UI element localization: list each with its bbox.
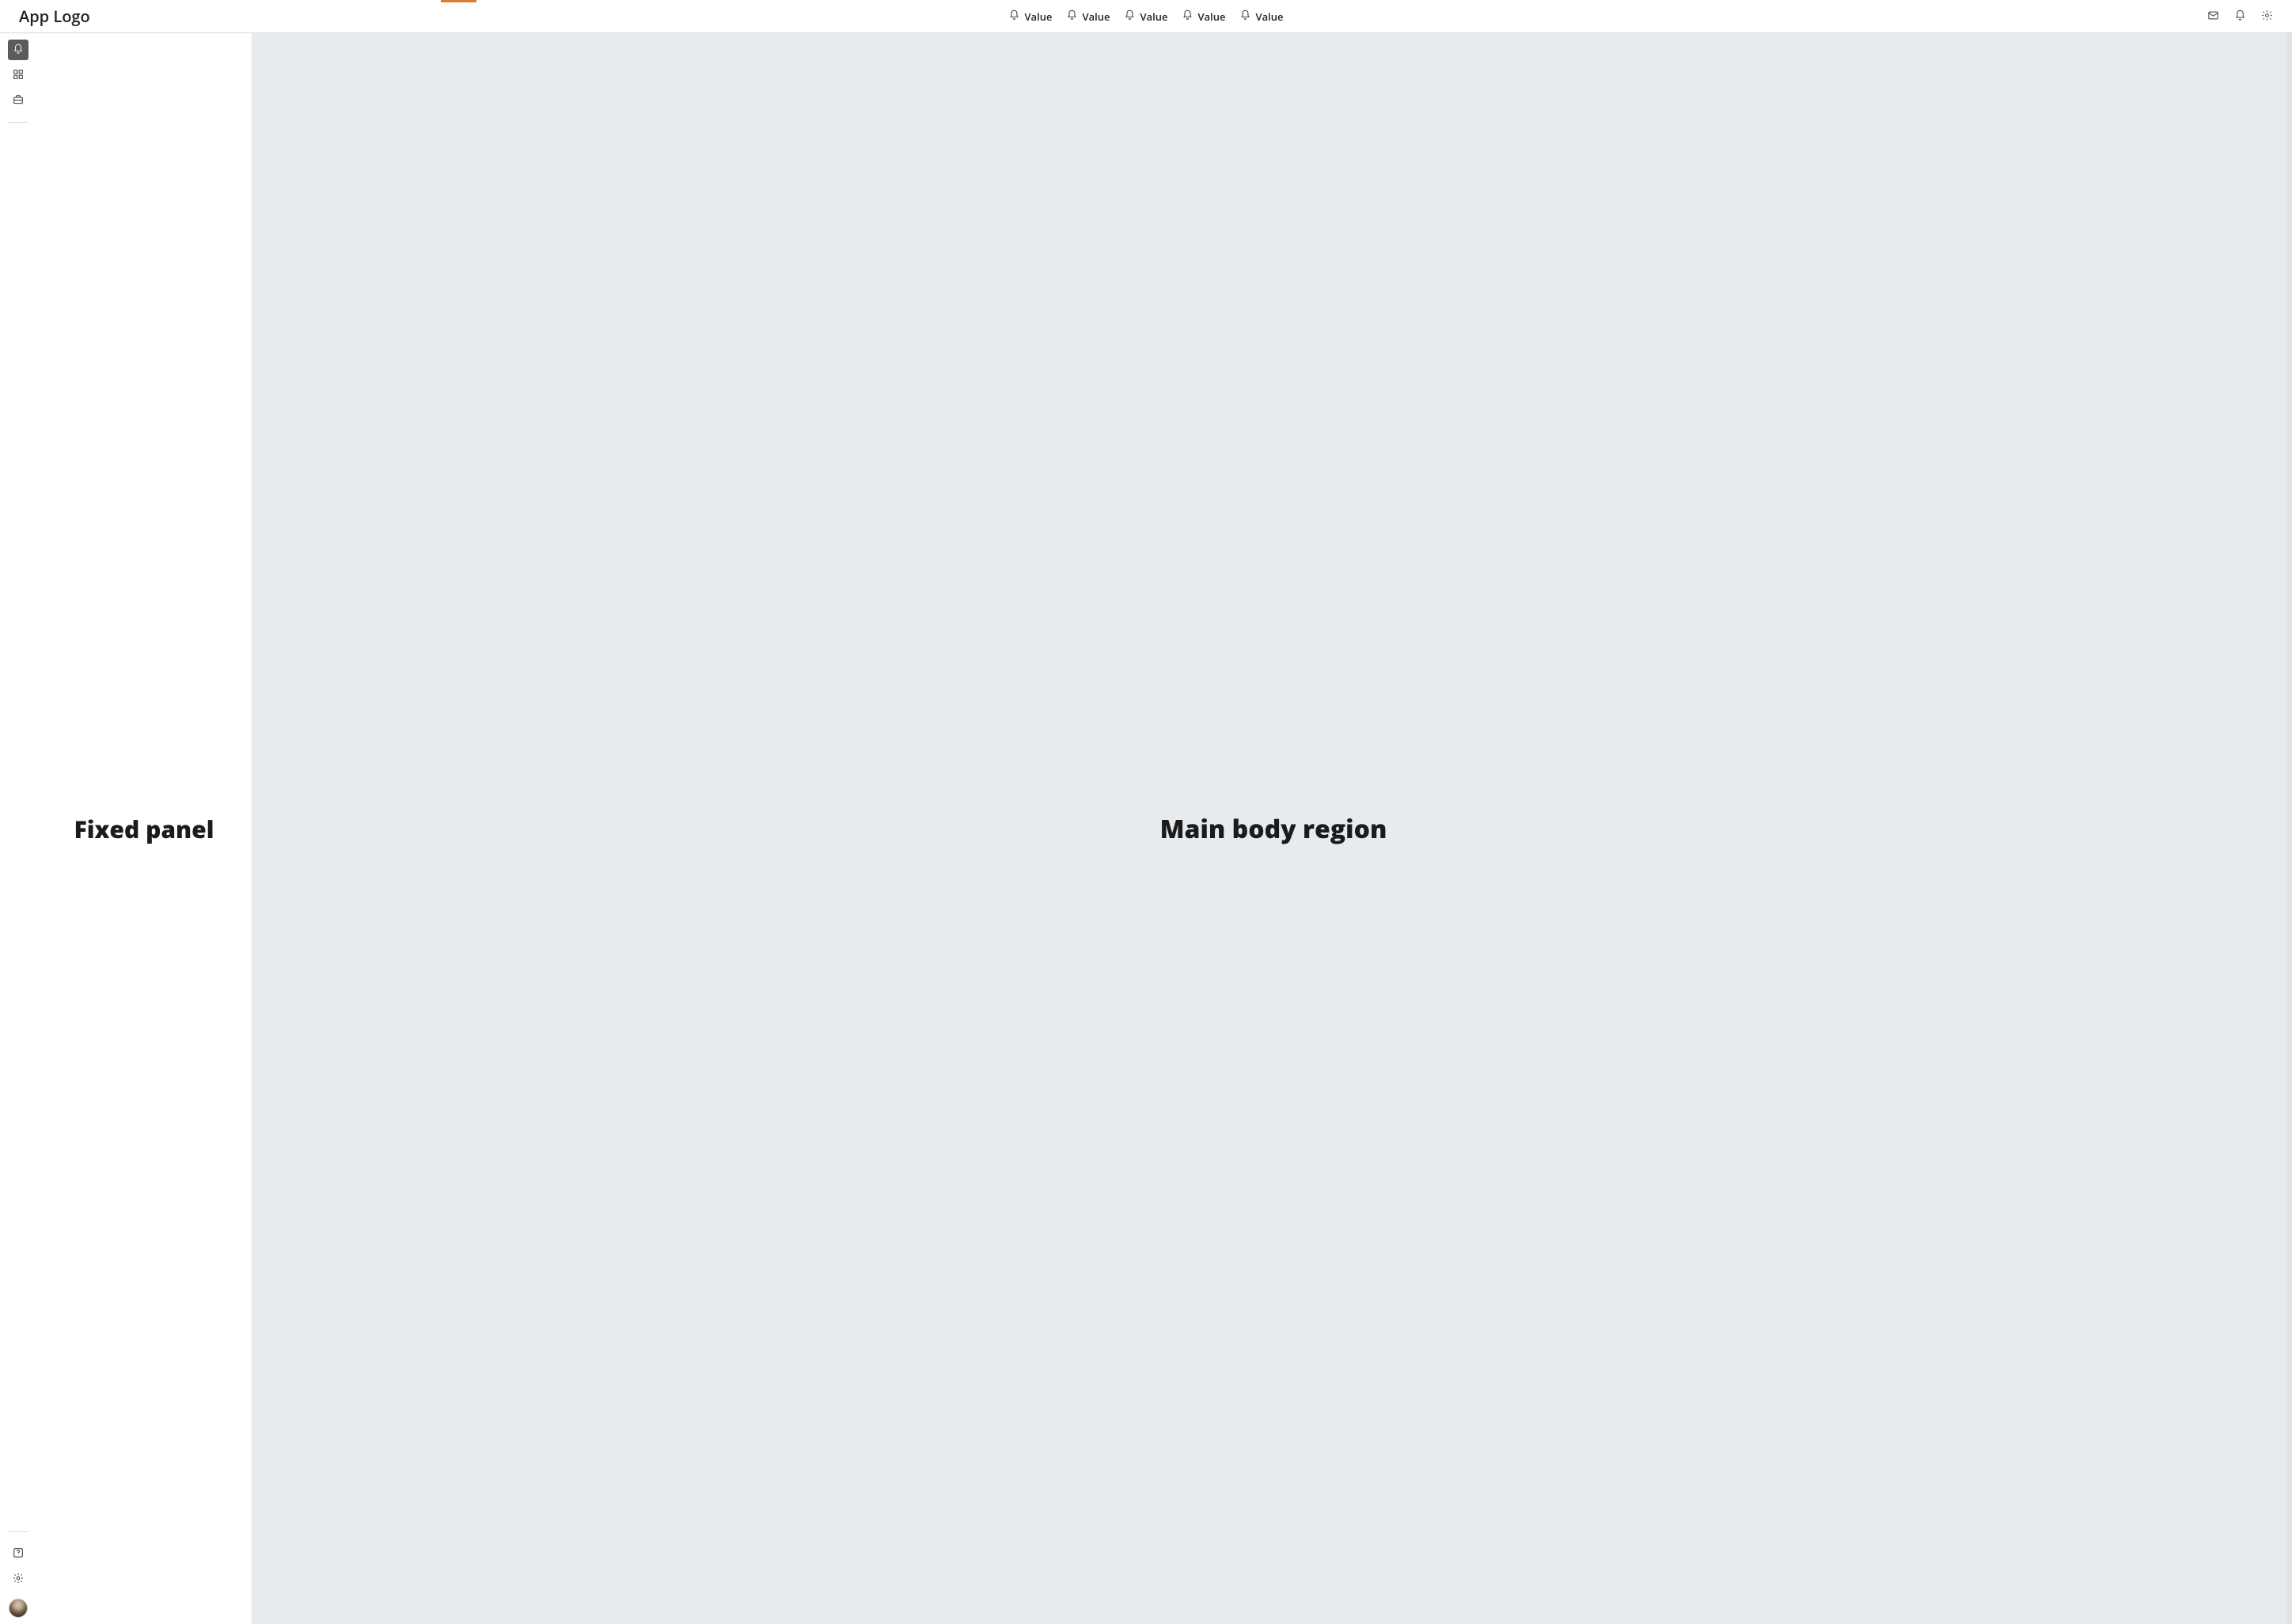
fixed-panel: Fixed panel [36,33,255,1624]
mail-icon [2207,8,2219,25]
top-nav-item-1[interactable]: Value [1066,9,1110,24]
top-nav-item-label: Value [1082,9,1110,24]
top-right-actions [2207,10,2273,23]
bell-icon [1182,9,1193,24]
content-row: Fixed panel Main body region [0,33,2292,1624]
rail-item-notifications[interactable] [8,40,28,60]
settings-button[interactable] [2260,10,2273,23]
rail-bottom-group [8,1525,28,1618]
notifications-button[interactable] [2233,10,2246,23]
top-accent-indicator [441,0,476,2]
rail-item-help[interactable] [8,1543,28,1564]
app-logo-text: App Logo [19,6,90,27]
top-nav-item-label: Value [1140,9,1167,24]
app-logo[interactable]: App Logo [19,6,90,27]
fixed-panel-title: Fixed panel [74,813,214,845]
bell-icon [1008,9,1019,24]
main-body-title: Main body region [1160,812,1387,846]
briefcase-icon [13,92,24,109]
top-nav-item-3[interactable]: Value [1182,9,1226,24]
top-nav-item-label: Value [1256,9,1284,24]
bell-icon [1066,9,1077,24]
main-body-region: Main body region [255,33,2292,1624]
gear-icon [2261,8,2273,25]
scrollbar[interactable] [2287,33,2292,1624]
rail-item-settings[interactable] [8,1569,28,1589]
top-nav-item-label: Value [1024,9,1052,24]
top-nav-item-0[interactable]: Value [1008,9,1052,24]
bell-icon [2234,8,2246,25]
top-nav-item-4[interactable]: Value [1240,9,1284,24]
bell-icon [1124,9,1135,24]
rail-divider [8,122,28,123]
rail-top-group [8,40,28,129]
top-nav-item-label: Value [1198,9,1226,24]
rail-divider [8,1531,28,1532]
rail-item-apps[interactable] [8,65,28,85]
top-nav: Value Value Value Value Value [1008,9,1283,24]
rail-item-work[interactable] [8,90,28,111]
mail-button[interactable] [2207,10,2219,23]
topbar: App Logo Value Value Value Value [0,0,2292,33]
bell-icon [13,41,24,59]
gear-icon [13,1570,24,1588]
grid-icon [13,66,24,84]
bell-icon [1240,9,1251,24]
left-rail [0,33,36,1624]
top-nav-item-2[interactable]: Value [1124,9,1167,24]
avatar[interactable] [9,1599,28,1618]
help-icon [13,1545,24,1562]
